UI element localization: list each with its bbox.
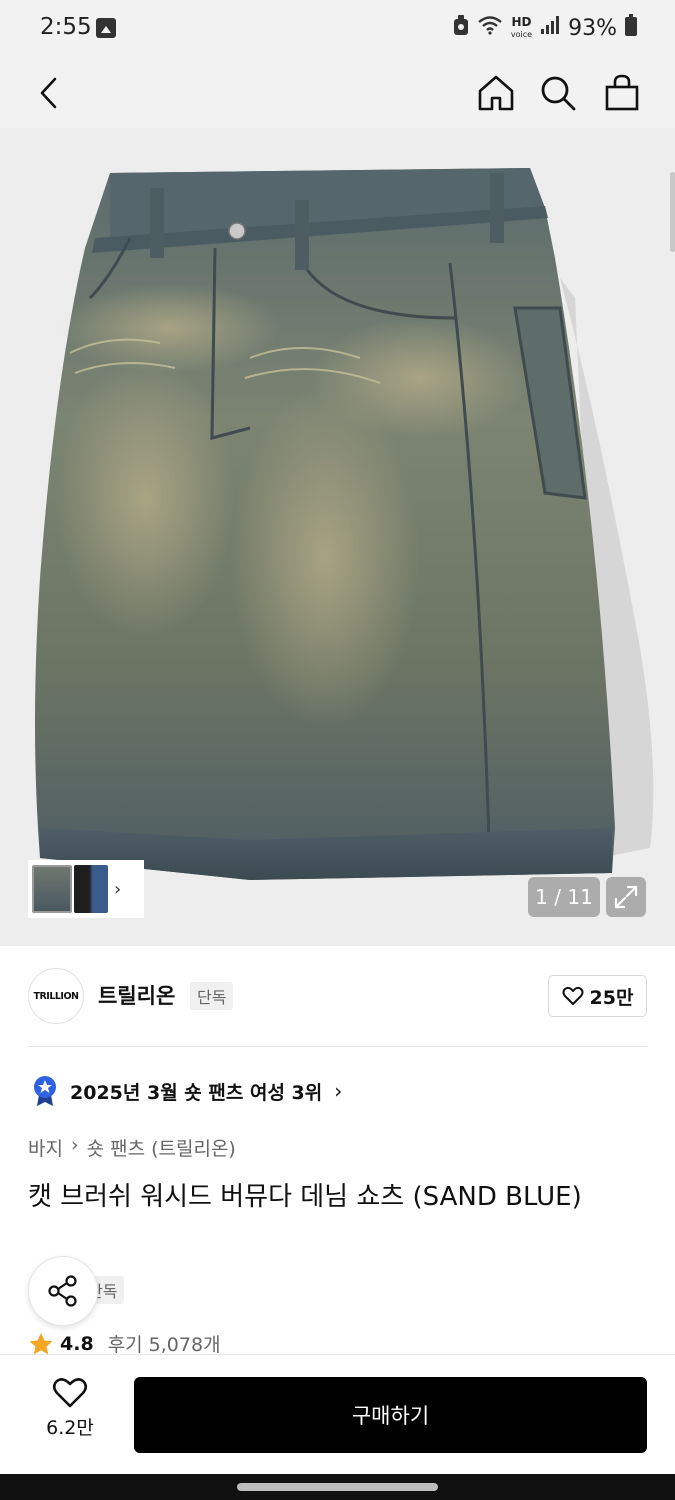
- breadcrumb-category[interactable]: 바지: [28, 1134, 63, 1161]
- product-image[interactable]: [0, 128, 675, 946]
- thumbnail-1[interactable]: [32, 865, 72, 913]
- heart-icon: [562, 986, 584, 1005]
- image-icon: [96, 18, 116, 38]
- battery-icon: [625, 14, 637, 42]
- share-icon: [48, 1275, 77, 1307]
- system-nav-bar: [0, 1474, 675, 1500]
- network-label: HD: [511, 14, 532, 29]
- brand-logo[interactable]: TRILLION: [28, 968, 84, 1024]
- review-count[interactable]: 후기 5,078개: [108, 1330, 221, 1357]
- expand-icon[interactable]: [606, 877, 646, 917]
- home-icon[interactable]: [473, 70, 519, 116]
- signal-icon: [540, 15, 560, 41]
- status-time: 2:55: [40, 14, 92, 40]
- battery-percent: 93%: [568, 15, 617, 41]
- ranking-medal-icon: [34, 1076, 56, 1106]
- wifi-icon: [477, 15, 503, 41]
- denim-shorts-image: [35, 168, 654, 880]
- heart-icon: [52, 1378, 88, 1408]
- exclusive-badge: 단독: [190, 982, 234, 1010]
- ranking-link[interactable]: 2025년 3월 숏 팬츠 여성 3위 ›: [32, 1075, 342, 1107]
- chevron-right-icon: ›: [334, 1079, 343, 1103]
- divider: [28, 1046, 647, 1047]
- star-icon: [29, 1332, 53, 1354]
- chevron-right-icon: ›: [70, 1134, 79, 1156]
- back-arrow-icon[interactable]: [26, 70, 72, 116]
- hd-voice-icon: HD voice: [510, 14, 533, 39]
- brand-logo-text: TRILLION: [33, 990, 80, 1002]
- thumbnail-2[interactable]: [74, 865, 108, 913]
- product-title: 캣 브러쉬 워시드 버뮤다 데님 쇼츠 (SAND BLUE): [28, 1182, 582, 1212]
- top-app-bar: [0, 58, 675, 128]
- thumbnail-strip[interactable]: ›: [28, 860, 144, 918]
- rating-row[interactable]: 4.8 후기 5,078개: [28, 1330, 221, 1357]
- breadcrumb-subcategory[interactable]: 숏 팬츠 (트릴리온): [87, 1134, 236, 1161]
- status-bar: 2:55 HD voice 93%: [0, 0, 675, 58]
- bottom-action-bar: 6.2만 구매하기: [0, 1354, 675, 1474]
- scrollbar[interactable]: [670, 172, 675, 252]
- wishlist-count: 6.2만: [46, 1417, 94, 1439]
- alarm-icon: [453, 14, 469, 42]
- wishlist-button[interactable]: 6.2만: [28, 1377, 112, 1457]
- status-icons: HD voice 93%: [453, 14, 637, 42]
- share-button[interactable]: [28, 1256, 98, 1326]
- brand-like-button[interactable]: 25만: [548, 975, 647, 1017]
- image-page-counter: 1 / 11: [528, 877, 600, 917]
- brand-name[interactable]: 트릴리온: [98, 980, 175, 1010]
- rating-score: 4.8: [60, 1332, 94, 1355]
- brand-like-count: 25만: [589, 986, 634, 1009]
- chevron-right-icon[interactable]: ›: [114, 879, 121, 900]
- ranking-text: 2025년 3월 숏 팬츠 여성 3위: [70, 1081, 323, 1104]
- shopping-bag-icon[interactable]: [599, 70, 645, 116]
- buy-button[interactable]: 구매하기: [134, 1377, 647, 1453]
- home-gesture-handle[interactable]: [237, 1483, 438, 1491]
- search-icon[interactable]: [535, 70, 581, 116]
- breadcrumb: 바지 › 숏 팬츠 (트릴리온): [28, 1134, 236, 1161]
